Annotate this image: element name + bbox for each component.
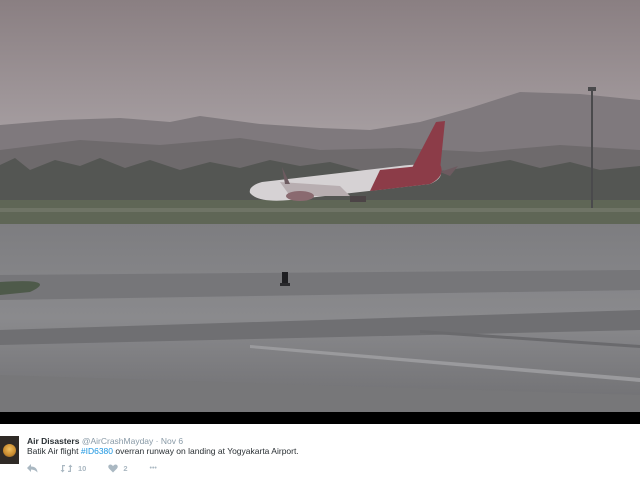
tweet-photo[interactable] [0, 0, 640, 412]
like-button[interactable]: 2 [108, 463, 128, 473]
heart-icon [108, 463, 119, 472]
tweet-card: Air Disasters @AirCrashMayday · Nov 6 Ba… [0, 424, 640, 480]
author-name[interactable]: Air Disasters [27, 436, 79, 446]
hashtag-link[interactable]: #ID6380 [81, 446, 113, 456]
avatar[interactable] [0, 436, 19, 464]
reply-button[interactable] [27, 463, 38, 473]
like-count: 2 [123, 463, 128, 473]
photo-border [0, 412, 640, 424]
tweet-text-after: overran runway on landing at Yogyakarta … [113, 446, 299, 456]
tweet-date[interactable]: Nov 6 [161, 436, 183, 446]
retweet-button[interactable]: 10 [60, 464, 86, 473]
author-handle[interactable]: @AirCrashMayday [82, 436, 153, 446]
more-icon: ••• [149, 464, 157, 472]
runway-photo-image [0, 0, 640, 412]
reply-icon [27, 463, 38, 472]
avatar-image [3, 444, 16, 457]
tweet-text-before: Batik Air flight [27, 446, 81, 456]
tweet-actions: 10 2 ••• [27, 462, 179, 474]
more-button[interactable]: ••• [150, 465, 157, 472]
tweet-text: Batik Air flight #ID6380 overran runway … [27, 446, 299, 457]
retweet-icon [60, 464, 73, 472]
header-separator: · [155, 436, 159, 446]
retweet-count: 10 [78, 463, 87, 473]
